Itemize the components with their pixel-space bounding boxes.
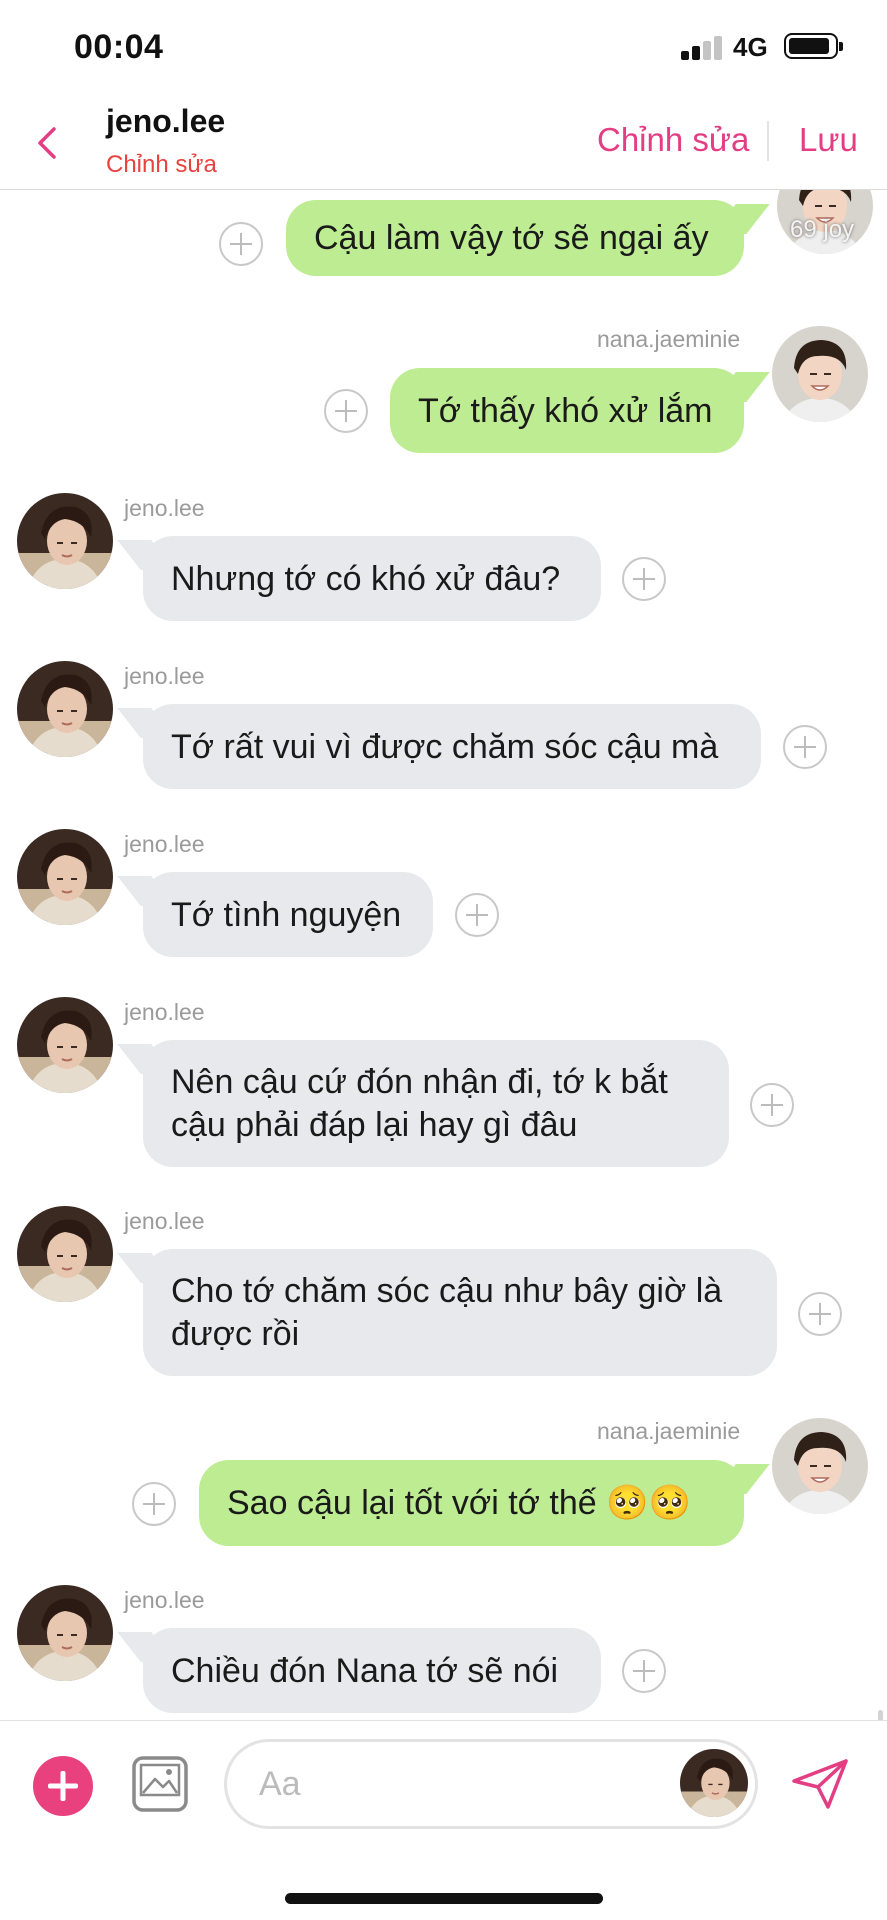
input-placeholder: Aa [259, 1764, 301, 1803]
sender-name: jeno.lee [124, 1587, 205, 1613]
avatar[interactable] [17, 997, 113, 1093]
chat-header: jeno.lee Chỉnh sửa Chỉnh sửa Lưu [0, 95, 887, 190]
add-reaction-icon[interactable] [622, 557, 666, 601]
message-bubble[interactable]: Tớ tình nguyện [143, 872, 433, 957]
add-reaction-icon[interactable] [750, 1083, 794, 1127]
add-reaction-icon[interactable] [455, 893, 499, 937]
avatar[interactable] [17, 1206, 113, 1302]
avatar[interactable] [17, 493, 113, 589]
chat-area[interactable]: Cậu làm vậy tớ sẽ ngại ấy 69 joy nana.ja… [0, 190, 887, 1720]
avatar[interactable] [17, 661, 113, 757]
paper-plane-icon[interactable] [790, 1757, 850, 1811]
avatar[interactable] [772, 326, 868, 422]
composer-bar: Aa [0, 1720, 887, 1840]
avatar[interactable] [17, 829, 113, 925]
add-reaction-icon[interactable] [783, 725, 827, 769]
message-bubble[interactable]: Nhưng tớ có khó xử đâu? [143, 536, 601, 621]
save-button[interactable]: Lưu [799, 121, 858, 159]
home-indicator[interactable] [285, 1893, 603, 1904]
sender-name: nana.jaeminie [597, 1418, 741, 1444]
avatar[interactable] [17, 1585, 113, 1681]
header-subtitle[interactable]: Chỉnh sửa [106, 151, 217, 179]
status-time: 00:04 [74, 28, 164, 66]
avatar[interactable] [772, 1418, 868, 1514]
chevron-left-icon[interactable] [30, 123, 66, 163]
image-icon[interactable] [131, 1755, 189, 1813]
sender-name: jeno.lee [124, 999, 205, 1025]
message-bubble[interactable]: Chiều đón Nana tớ sẽ nói [143, 1628, 601, 1713]
add-reaction-icon[interactable] [324, 389, 368, 433]
battery-icon [784, 33, 843, 59]
sender-name: jeno.lee [124, 1208, 205, 1234]
add-reaction-icon[interactable] [219, 222, 263, 266]
add-reaction-icon[interactable] [798, 1292, 842, 1336]
add-attachment-button[interactable] [33, 1756, 93, 1816]
scrollbar[interactable] [878, 1710, 883, 1720]
message-bubble[interactable]: Nên cậu cứ đón nhận đi, tớ k bắt cậu phả… [143, 1040, 729, 1167]
network-label: 4G [733, 32, 768, 62]
sender-name: jeno.lee [124, 495, 205, 521]
status-bar: 00:04 4G [0, 0, 887, 95]
message-bubble[interactable]: Sao cậu lại tốt với tớ thế 🥺🥺 [199, 1460, 744, 1546]
message-input[interactable]: Aa [224, 1739, 758, 1829]
sender-name: jeno.lee [124, 663, 205, 689]
avatar-caption: 69 joy [790, 216, 855, 243]
sender-name: jeno.lee [124, 831, 205, 857]
edit-button[interactable]: Chỉnh sửa [597, 121, 749, 159]
message-bubble[interactable]: Cho tớ chăm sóc cậu như bây giờ là được … [143, 1249, 777, 1376]
add-reaction-icon[interactable] [622, 1649, 666, 1693]
message-bubble[interactable]: Tớ rất vui vì được chăm sóc cậu mà [143, 704, 761, 789]
message-bubble[interactable]: Tớ thấy khó xử lắm [390, 368, 744, 453]
sender-name: nana.jaeminie [597, 326, 741, 352]
add-reaction-icon[interactable] [132, 1482, 176, 1526]
contact-name: jeno.lee [106, 103, 226, 139]
sender-avatar-toggle[interactable] [680, 1749, 748, 1817]
signal-icon [681, 36, 723, 60]
header-divider [767, 121, 769, 161]
message-bubble[interactable]: Cậu làm vậy tớ sẽ ngại ấy [286, 200, 744, 276]
